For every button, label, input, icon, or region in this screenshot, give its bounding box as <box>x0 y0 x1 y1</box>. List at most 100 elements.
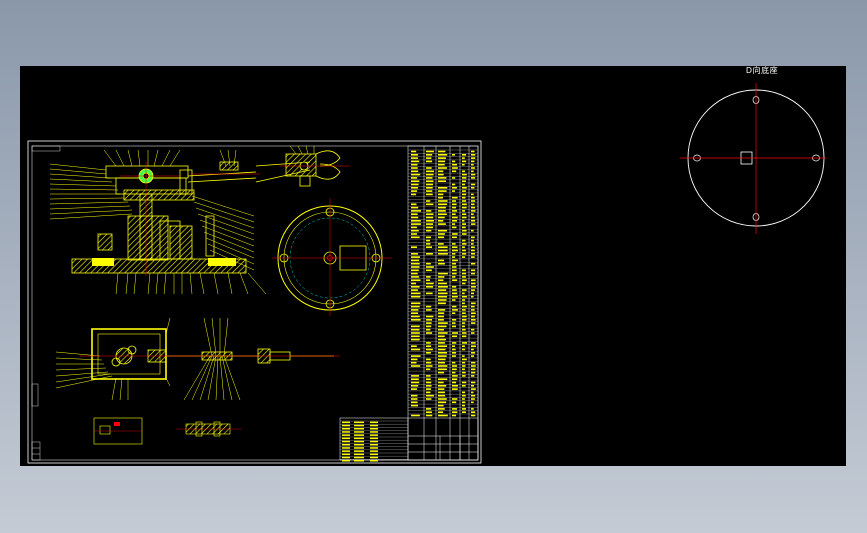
title-block-cell-mark <box>354 450 364 452</box>
title-block-cell-mark <box>370 441 378 443</box>
parts-list-cell-mark <box>462 382 466 384</box>
parts-list-cell-mark <box>452 355 456 357</box>
parts-list-cell-mark <box>462 369 465 371</box>
parts-list-cell-mark <box>471 296 474 298</box>
parts-list-cell-mark <box>426 243 430 245</box>
parts-list-cell-mark <box>411 207 418 209</box>
title-block-cell-mark <box>370 454 378 456</box>
parts-list-cell-mark <box>452 256 455 258</box>
title-block-cell-mark <box>354 438 364 440</box>
title-block-cell-mark <box>370 460 378 462</box>
parts-list-cell-mark <box>438 332 448 334</box>
parts-list-cell-mark <box>426 190 432 192</box>
parts-list-cell-mark <box>438 210 446 212</box>
parts-list-cell-mark <box>426 174 434 176</box>
parts-list-cell-mark <box>426 171 434 173</box>
parts-list-cell-mark <box>462 326 465 328</box>
title-block-cell-mark <box>354 457 364 459</box>
parts-list-cell-mark <box>471 197 475 199</box>
parts-list-cell-mark <box>471 322 475 324</box>
parts-list-cell-mark <box>462 213 466 215</box>
parts-list-cell-mark <box>426 378 431 380</box>
title-block-cell-mark <box>354 441 364 443</box>
parts-list-cell-mark <box>411 164 418 166</box>
parts-list-cell-mark <box>411 283 416 285</box>
parts-list-cell-mark <box>462 240 466 242</box>
parts-list-cell-mark <box>452 342 456 344</box>
parts-list-cell-mark <box>452 187 457 189</box>
parts-list-cell-mark <box>438 415 448 417</box>
parts-list-cell-mark <box>462 359 467 361</box>
parts-list-cell-mark <box>426 398 431 400</box>
parts-list-cell-mark <box>471 316 475 318</box>
parts-list-cell-mark <box>452 273 457 275</box>
parts-list-cell-mark <box>411 266 420 268</box>
parts-list-cell-mark <box>438 263 445 265</box>
parts-list-cell-mark <box>438 151 445 153</box>
parts-list-cell-mark <box>438 180 446 182</box>
parts-list-cell-mark <box>411 157 418 159</box>
parts-list-cell-mark <box>438 336 445 338</box>
parts-list-cell-mark <box>438 187 447 189</box>
parts-list-cell-mark <box>471 372 475 374</box>
parts-list-cell-mark <box>411 388 417 390</box>
parts-list-cell-mark <box>411 253 418 255</box>
parts-list-cell-mark <box>462 197 466 199</box>
parts-list-cell-mark <box>411 382 419 384</box>
parts-list-cell-mark <box>452 309 458 311</box>
parts-list-cell-mark <box>438 312 444 314</box>
parts-list-cell-mark <box>438 398 447 400</box>
parts-list-cell-mark <box>452 293 457 295</box>
parts-list-cell-mark <box>471 161 474 163</box>
parts-list-cell-mark <box>462 283 466 285</box>
parts-list-cell-mark <box>452 388 458 390</box>
parts-list-cell-mark <box>462 312 466 314</box>
title-block-cell-mark <box>342 450 350 452</box>
parts-list-cell-mark <box>411 194 416 196</box>
parts-list-cell-mark <box>438 299 447 301</box>
parts-list-cell-mark <box>471 385 474 387</box>
parts-list-cell-mark <box>462 184 465 186</box>
parts-list-cell-mark <box>471 293 474 295</box>
parts-list-cell-mark <box>411 233 417 235</box>
parts-list-cell-mark <box>411 227 417 229</box>
parts-list-cell-mark <box>438 382 444 384</box>
detail-views-bottom <box>94 418 242 444</box>
parts-list-cell-mark <box>462 253 466 255</box>
parts-list-cell-mark <box>462 230 467 232</box>
parts-list-cell-mark <box>462 164 465 166</box>
title-block-cell-mark <box>342 422 350 424</box>
parts-list-cell-mark <box>426 187 433 189</box>
title-block-cell-mark <box>354 428 364 430</box>
parts-list-cell-mark <box>462 395 466 397</box>
parts-list-cell-mark <box>452 260 458 262</box>
parts-list-cell-mark <box>438 316 444 318</box>
parts-list-cell-mark <box>452 322 456 324</box>
parts-list-cell-mark <box>462 332 467 334</box>
parts-list-cell-mark <box>426 365 433 367</box>
parts-list-cell-mark <box>452 296 458 298</box>
parts-list-cell-mark <box>426 157 431 159</box>
parts-list-cell-mark <box>471 194 474 196</box>
parts-list-cell-mark <box>462 207 467 209</box>
parts-list-cell-mark <box>438 233 445 235</box>
parts-list-cell-mark <box>426 220 434 222</box>
parts-list-cell-mark <box>438 161 445 163</box>
parts-list-cell-mark <box>426 283 434 285</box>
title-block <box>340 418 478 462</box>
parts-list-cell-mark <box>411 223 421 225</box>
parts-list-cell-mark <box>462 392 465 394</box>
parts-list-cell-mark <box>438 322 448 324</box>
parts-list-cell-mark <box>452 352 456 354</box>
title-block-cell-mark <box>370 422 378 424</box>
parts-list-cell-mark <box>411 303 420 305</box>
parts-list-cell-mark <box>452 372 456 374</box>
parts-list-cell-mark <box>426 415 432 417</box>
parts-list-cell-mark <box>438 204 447 206</box>
parts-list-cell-mark <box>471 154 475 156</box>
cad-viewport[interactable]: D向底座 <box>20 66 846 466</box>
parts-list-cell-mark <box>411 270 419 272</box>
parts-list-cell-mark <box>411 296 420 298</box>
parts-list-cell-mark <box>438 177 446 179</box>
parts-list-cell-mark <box>438 273 448 275</box>
